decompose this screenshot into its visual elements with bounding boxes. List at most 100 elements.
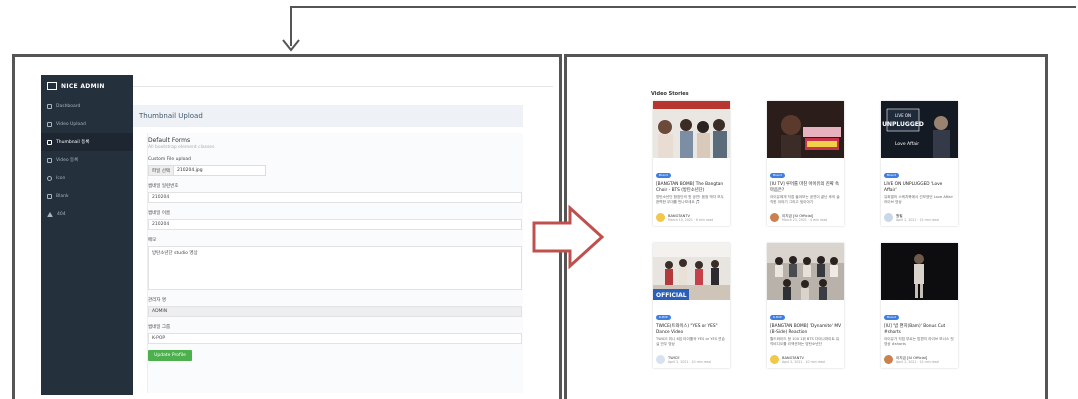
brand-name: NICE ADMIN [61, 82, 105, 90]
main-content: Thumbnail Upload Default Forms All boots… [133, 75, 553, 395]
sidebar-item-label: Icon [56, 175, 66, 181]
memo-textarea[interactable]: 방탄소년단 studio 영상 [148, 246, 522, 290]
video-card[interactable]: Brand [IU TV] 루머를 마친 아이유의 진짜 속마음은? 아이유에게… [767, 101, 844, 226]
upload-icon [47, 121, 52, 127]
video-thumbnail[interactable]: OFFICIAL [653, 243, 730, 300]
video-title[interactable]: [IU] '밤 편지(Bam)' Bonus Cut #shorts [884, 324, 955, 335]
category-badge: Brand [770, 173, 785, 178]
video-title[interactable]: LIVE ON UNPLUGGED 'Love Affair' [884, 182, 955, 193]
video-title[interactable]: [IU TV] 루머를 마친 아이유의 진짜 속마음은? [770, 182, 841, 193]
file-icon [47, 193, 52, 199]
author: 이지금 [IU Official] April 2, 2021 · 15 min … [884, 355, 939, 364]
video-card[interactable]: Brand [IU] '밤 편지(Bam)' Bonus Cut #shorts… [881, 243, 958, 368]
group-input[interactable]: K-POP [148, 333, 522, 344]
admin-panel-frame: NICE ADMIN Dashboard Video Upload Thumbn… [12, 54, 562, 399]
memo-label: 메모 [148, 238, 157, 243]
svg-text:Love Affair: Love Affair [895, 141, 919, 147]
image-icon [47, 139, 52, 145]
category-badge: K-POP [770, 315, 785, 320]
update-profile-button[interactable]: Update Profile [148, 350, 192, 361]
thumbnail-name-label: 썸네일 이름 [148, 211, 171, 216]
svg-text:UNPLUGGED: UNPLUGGED [882, 121, 924, 128]
choose-file-button[interactable]: 파일 선택 [149, 166, 174, 175]
sidebar-item-label: 404 [57, 211, 66, 217]
manager-label: 관리자 명 [148, 298, 166, 303]
post-date: March 10, 2021 · 6 min read [668, 217, 714, 222]
brand[interactable]: NICE ADMIN [41, 75, 133, 97]
composite-figure: NICE ADMIN Dashboard Video Upload Thumbn… [0, 0, 1078, 399]
page-title: Thumbnail Upload [133, 105, 523, 127]
avatar [656, 355, 665, 364]
video-title[interactable]: TWICE(트와이스) "YES or YES" Dance Video [656, 324, 727, 335]
post-date: April 2, 2021 · 10 min read [668, 359, 711, 364]
sidebar-item-label: Blank [56, 193, 69, 199]
file-upload-label: Custom File upload [148, 157, 191, 162]
topbar [133, 75, 553, 87]
video-card[interactable]: LIVE ON UNPLUGGED Love Affair Brand LIVE… [881, 101, 958, 226]
film-icon [47, 157, 52, 163]
author: BANGTANTV March 10, 2021 · 6 min read [656, 213, 713, 222]
sidebar-item-label: Video 등록 [56, 158, 79, 163]
avatar [656, 213, 665, 222]
video-thumbnail[interactable] [767, 101, 844, 158]
video-card[interactable]: Brand [BANGTAN BOMB] The Bangtan Choir -… [653, 101, 730, 226]
sidebar-item-blank[interactable]: Blank [41, 187, 133, 205]
serial-label: 썸네일 일련번호 [148, 184, 179, 189]
sidebar-item-label: Video Upload [56, 121, 86, 127]
form-title: Default Forms [148, 137, 191, 144]
sidebar-item-label: Dashboard [56, 103, 81, 109]
avatar [884, 213, 893, 222]
form-subtitle: All bootstrap element classes [148, 145, 215, 150]
category-badge: Brand [884, 315, 899, 320]
serial-input[interactable]: 210204 [148, 192, 522, 203]
category-badge: K-POP [656, 315, 671, 320]
video-description: 방탄소년단 합창단의 첫 공연! 음정 박자 모두 완벽한 무대를 만나보세요 … [656, 195, 724, 204]
video-thumbnail[interactable] [881, 243, 958, 300]
sidebar-item-thumbnail[interactable]: Thumbnail 등록 [41, 133, 133, 151]
video-thumbnail[interactable] [653, 101, 730, 158]
sidebar-item-404[interactable]: 404 [41, 205, 133, 223]
thumbnail-name-input[interactable]: 210204 [148, 219, 522, 230]
post-date: April 2, 2021 · 10 min read [782, 359, 825, 364]
brand-logo-icon [47, 82, 57, 90]
video-description: 아이유가 직접 부르는 밤편지 라이브 보너스 컷 영상 #shorts [884, 337, 954, 346]
video-description: 월드와이드 핫 100 1위 BTS 다이나마이트 뮤직비디오를 리액션하는 방… [770, 337, 840, 346]
avatar [770, 213, 779, 222]
video-card[interactable]: OFFICIAL K-POP TWICE(트와이스) "YES or YES" … [653, 243, 730, 368]
face-icon [47, 175, 52, 181]
video-title[interactable]: [BANGTAN BOMB] The Bangtan Choir - BTS (… [656, 182, 727, 193]
author: 원필 April 2, 2021 · 15 min read [884, 213, 939, 222]
video-card[interactable]: K-POP [BANGTAN BOMB] 'Dynamite' MV (B-Si… [767, 243, 844, 368]
category-badge: Brand [884, 173, 899, 178]
file-name: 210204.jpg [177, 168, 203, 173]
connector-line [290, 6, 1076, 8]
connector-arrowhead-icon [282, 39, 300, 52]
video-thumbnail[interactable]: LIVE ON UNPLUGGED Love Affair [881, 101, 958, 158]
video-description: 아이유에게 직접 들어보는 공연이 끝난 후의 솔직한 이야기 그리고 뒷이야기 [770, 195, 840, 204]
group-label: 썸네일 그룹 [148, 325, 171, 330]
sidebar-item-video[interactable]: Video 등록 [41, 151, 133, 169]
author: 이지금 [IU Official] March 23, 2021 · 4 min … [770, 213, 827, 222]
sidebar-item-icon[interactable]: Icon [41, 169, 133, 187]
category-badge: Brand [656, 173, 671, 178]
video-stories-frame: Video Stories Brand [BANGTAN BOMB] The B… [564, 54, 1048, 399]
upload-form: Default Forms All bootstrap element clas… [147, 133, 523, 393]
sidebar-item-label: Thumbnail 등록 [56, 140, 90, 145]
section-title: Video Stories [651, 91, 689, 97]
gauge-icon [47, 103, 52, 109]
video-title[interactable]: [BANGTAN BOMB] 'Dynamite' MV (B-Side) Re… [770, 324, 841, 335]
sidebar: NICE ADMIN Dashboard Video Upload Thumbn… [41, 75, 133, 395]
avatar [884, 355, 893, 364]
manager-input[interactable]: ADMIN [148, 306, 522, 317]
sidebar-item-dashboard[interactable]: Dashboard [41, 97, 133, 115]
file-upload-field[interactable]: 파일 선택 210204.jpg [148, 165, 266, 176]
video-description: TWICE 미니 6집 타이틀곡 YES or YES 연습실 안무 영상 [656, 337, 725, 346]
author: TWICE April 2, 2021 · 10 min read [656, 355, 711, 364]
post-date: April 2, 2021 · 15 min read [896, 217, 939, 222]
warning-icon [47, 211, 53, 217]
video-description: 유희열의 스케치북에서 선보였던 Love Affair 라이브 영상 [884, 195, 953, 204]
flow-arrow-icon [532, 205, 605, 269]
video-thumbnail[interactable] [767, 243, 844, 300]
post-date: March 23, 2021 · 4 min read [782, 217, 828, 222]
sidebar-item-video-upload[interactable]: Video Upload [41, 115, 133, 133]
